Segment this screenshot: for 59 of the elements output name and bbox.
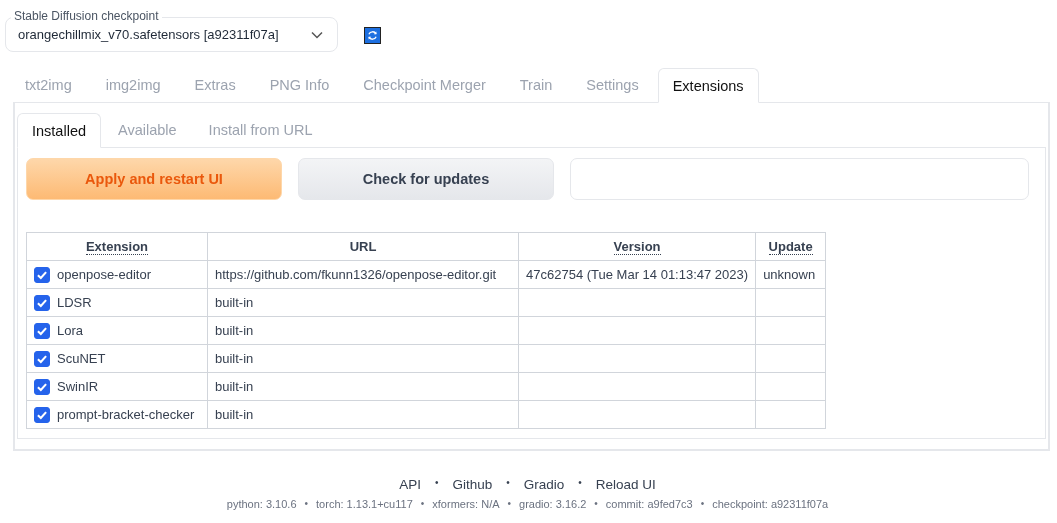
version-info: torch: 1.13.1+cu117 (316, 498, 413, 510)
table-cell: built-in (207, 372, 519, 401)
extension-name: LDSR (57, 295, 92, 310)
checkbox[interactable] (34, 378, 50, 395)
separator: • (304, 498, 309, 510)
separator: • (578, 477, 582, 490)
column-header: Update (755, 232, 826, 261)
tab[interactable]: Checkpoint Merger (348, 67, 501, 102)
table-cell: built-in (207, 288, 519, 317)
checkbox[interactable] (34, 350, 50, 367)
chevron-down-icon (311, 30, 323, 39)
footer-link[interactable]: Reload UI (595, 477, 656, 492)
separator: • (700, 498, 705, 510)
tab[interactable]: Available (103, 112, 192, 147)
checkbox[interactable] (34, 266, 50, 283)
check-updates-button[interactable]: Check for updates (298, 158, 554, 200)
refresh-icon (365, 28, 379, 42)
footer-link[interactable]: Github (452, 477, 493, 492)
table-cell: 47c62754 (Tue Mar 14 01:13:47 2023) (518, 260, 756, 289)
checkbox[interactable] (34, 294, 50, 311)
footer-link[interactable]: Gradio (523, 477, 565, 492)
separator: • (420, 498, 425, 510)
refresh-button[interactable] (363, 26, 381, 44)
apply-button[interactable]: Apply and restart UI (26, 158, 282, 200)
table-cell: built-in (207, 344, 519, 373)
separator: • (506, 477, 510, 490)
separator: • (507, 498, 512, 510)
extension-name: Lora (57, 323, 84, 338)
dropdown-label: Stable Diffusion checkpoint (11, 9, 162, 23)
table-cell: https://github.com/fkunn1326/openpose-editor.git (207, 260, 519, 289)
version-info: commit: a9fed7c3 (605, 498, 693, 510)
extension-name: SwinIR (57, 379, 99, 394)
tab[interactable]: txt2img (10, 67, 87, 102)
tab[interactable]: Settings (571, 67, 654, 102)
column-header: URL (207, 232, 519, 261)
tab[interactable]: PNG Info (254, 67, 345, 102)
table-cell: built-in (207, 316, 519, 345)
tab[interactable]: Install from URL (193, 112, 328, 147)
extension-name: ScuNET (57, 351, 106, 366)
tab[interactable]: Train (504, 67, 568, 102)
version-info: gradio: 3.16.2 (519, 498, 587, 510)
column-header: Extension (26, 232, 208, 261)
extension-name: prompt-bracket-checker (57, 407, 195, 422)
footer-link[interactable]: API (399, 477, 421, 492)
version-info: checkpoint: a92311f07a (712, 498, 829, 510)
tab[interactable]: Installed (17, 113, 101, 148)
tab[interactable]: Extensions (657, 68, 759, 103)
table-cell: unknown (755, 260, 826, 289)
version-info: xformers: N/A (432, 498, 500, 510)
separator: • (434, 477, 439, 490)
column-header: Version (518, 232, 756, 261)
tab[interactable]: Extras (179, 67, 251, 102)
checkbox[interactable] (34, 322, 50, 339)
tab[interactable]: img2img (90, 67, 176, 102)
version-info: python: 3.10.6 (226, 498, 297, 510)
table-cell: built-in (207, 400, 519, 429)
extension-name: openpose-editor (57, 267, 151, 282)
checkbox[interactable] (34, 406, 50, 423)
separator: • (594, 498, 598, 510)
